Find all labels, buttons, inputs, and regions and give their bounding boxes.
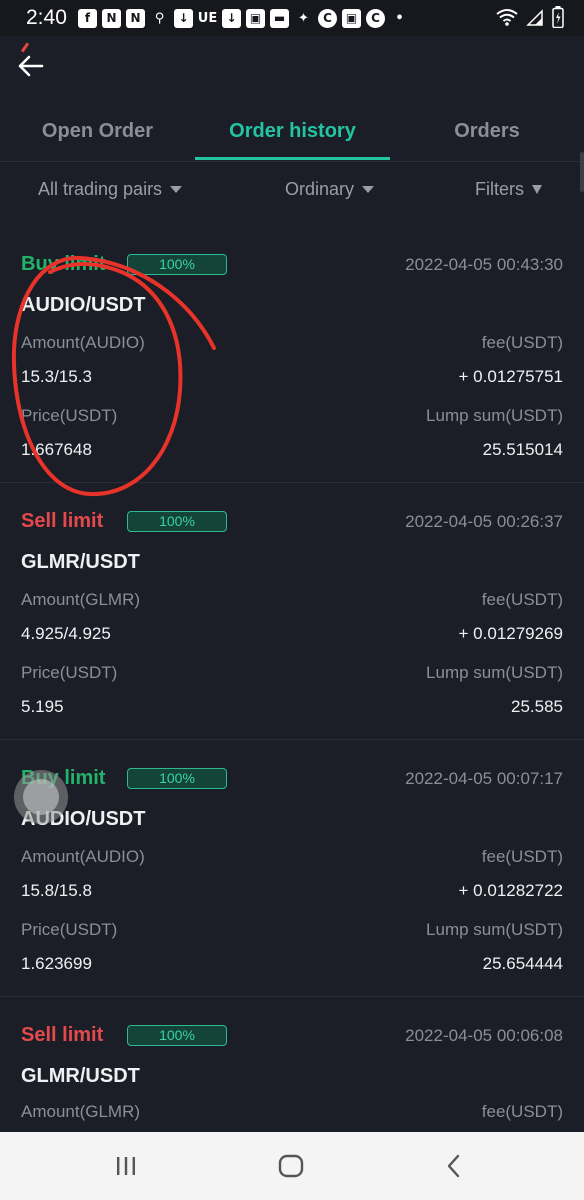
- fill-badge: 100%: [127, 254, 227, 275]
- order-side: Buy limit: [21, 253, 106, 275]
- c-app-icon: C: [366, 8, 385, 28]
- trading-pairs-label: All trading pairs: [38, 179, 163, 199]
- tab-order-history[interactable]: Order history: [195, 106, 390, 162]
- touch-indicator-core: [23, 779, 59, 815]
- filter-bar: All trading pairs Ordinary Filters: [0, 172, 584, 206]
- system-status-icons: [496, 6, 564, 28]
- price-label: Price(USDT): [21, 920, 118, 939]
- fee-label: fee(USDT): [481, 590, 563, 609]
- fee-value: + 0.01275751: [458, 367, 563, 386]
- order-card[interactable]: Sell limit 100% 2022-04-05 00:06:08 GLMR…: [0, 1024, 584, 1132]
- order-divider: [0, 482, 584, 483]
- order-card[interactable]: Sell limit 100% 2022-04-05 00:26:37 GLMR…: [0, 510, 584, 767]
- status-time: 2:40: [26, 6, 67, 29]
- fill-badge: 100%: [127, 768, 227, 789]
- amount-label: Amount(GLMR): [21, 1102, 141, 1121]
- filters-label: Filters: [475, 179, 524, 199]
- scrollbar[interactable]: [580, 152, 584, 192]
- tab-orders[interactable]: Orders: [390, 106, 584, 162]
- amount-value: 4.925/4.925: [21, 624, 111, 643]
- price-label: Price(USDT): [21, 406, 118, 425]
- status-bar: 2:40 f N N ⚲ ↓ UE ↓ ▣ ▬ ✦ C ▣ C •: [0, 0, 584, 36]
- order-card[interactable]: Buy limit 100% 2022-04-05 00:07:17 AUDIO…: [0, 767, 584, 1024]
- amount-label: Amount(AUDIO): [21, 333, 145, 352]
- order-time: 2022-04-05 00:26:37: [405, 512, 563, 531]
- tab-open-order[interactable]: Open Order: [0, 106, 195, 162]
- chevron-left-icon: [447, 1154, 460, 1178]
- touch-indicator: [14, 770, 68, 824]
- amount-value: 15.3/15.3: [21, 367, 92, 386]
- order-tabs: Open Order Order history Orders: [0, 106, 584, 162]
- price-value: 1.667648: [21, 440, 92, 459]
- lump-sum-value: 25.585: [511, 697, 563, 716]
- order-divider: [0, 739, 584, 740]
- amount-value: 15.8/15.8: [21, 881, 92, 900]
- fee-value: + 0.01279269: [458, 624, 563, 643]
- recent-apps-button[interactable]: [96, 1146, 156, 1186]
- trading-pair: AUDIO/USDT: [21, 294, 146, 316]
- trading-pair: GLMR/USDT: [21, 551, 140, 573]
- download-icon: ↓: [222, 8, 241, 28]
- price-label: Price(USDT): [21, 663, 118, 682]
- fee-label: fee(USDT): [481, 333, 563, 352]
- caret-down-icon: [362, 185, 375, 193]
- app-notification-icon: N: [102, 8, 121, 28]
- message-icon: ▬: [270, 8, 289, 28]
- order-time: 2022-04-05 00:07:17: [405, 769, 563, 788]
- order-card[interactable]: Buy limit 100% 2022-04-05 00:43:30 AUDIO…: [0, 253, 584, 510]
- fill-badge: 100%: [127, 511, 227, 532]
- carrier-icon: UE: [197, 10, 218, 26]
- twitter-icon: ✦: [298, 10, 309, 26]
- battery-icon: [552, 6, 564, 28]
- price-value: 5.195: [21, 697, 64, 716]
- back-nav-button[interactable]: [424, 1146, 484, 1186]
- filters-button[interactable]: Filters: [475, 172, 542, 206]
- notification-icons: f N N ⚲ ↓ UE ↓ ▣ ▬ ✦ C ▣ C •: [78, 8, 409, 28]
- amount-label: Amount(AUDIO): [21, 847, 145, 866]
- order-side: Sell limit: [21, 510, 104, 532]
- lump-sum-label: Lump sum(USDT): [426, 920, 563, 939]
- fill-badge: 100%: [127, 1025, 227, 1046]
- shopping-bag-icon: ▣: [246, 8, 265, 28]
- home-button[interactable]: [261, 1146, 321, 1186]
- app-notification-icon: N: [126, 8, 145, 28]
- signal-icon: [526, 9, 543, 26]
- more-notifications-icon: •: [395, 10, 404, 26]
- caret-down-icon: [170, 185, 183, 193]
- order-divider: [0, 996, 584, 997]
- home-icon: [278, 1154, 304, 1178]
- price-value: 1.623699: [21, 954, 92, 973]
- download-icon: ↓: [174, 8, 193, 28]
- order-time: 2022-04-05 00:06:08: [405, 1026, 563, 1045]
- fee-label: fee(USDT): [481, 1102, 563, 1121]
- system-nav-bar: [0, 1132, 584, 1200]
- lump-sum-value: 25.654444: [482, 954, 563, 973]
- arrow-left-icon: [18, 55, 44, 77]
- trading-pair: GLMR/USDT: [21, 1065, 140, 1087]
- fee-value: + 0.01282722: [458, 881, 563, 900]
- active-tab-indicator: [195, 157, 390, 160]
- lump-sum-label: Lump sum(USDT): [426, 663, 563, 682]
- back-button[interactable]: [12, 48, 48, 84]
- lump-sum-value: 25.515014: [482, 440, 563, 459]
- amount-label: Amount(GLMR): [21, 590, 141, 609]
- funnel-icon: [532, 184, 542, 194]
- order-side: Sell limit: [21, 1024, 104, 1046]
- order-type-label: Ordinary: [285, 179, 355, 199]
- fee-label: fee(USDT): [481, 847, 563, 866]
- facebook-icon: f: [78, 8, 97, 28]
- wifi-icon: [496, 9, 518, 26]
- trading-pairs-dropdown[interactable]: All trading pairs: [38, 172, 183, 206]
- tabs-divider: [0, 161, 584, 162]
- order-type-dropdown[interactable]: Ordinary: [285, 172, 375, 206]
- shopping-bag-icon: ▣: [342, 8, 361, 28]
- lump-sum-label: Lump sum(USDT): [426, 406, 563, 425]
- bike-icon: ⚲: [154, 10, 165, 26]
- c-app-icon: C: [318, 8, 337, 28]
- recent-apps-icon: [117, 1157, 135, 1175]
- order-time: 2022-04-05 00:43:30: [405, 255, 563, 274]
